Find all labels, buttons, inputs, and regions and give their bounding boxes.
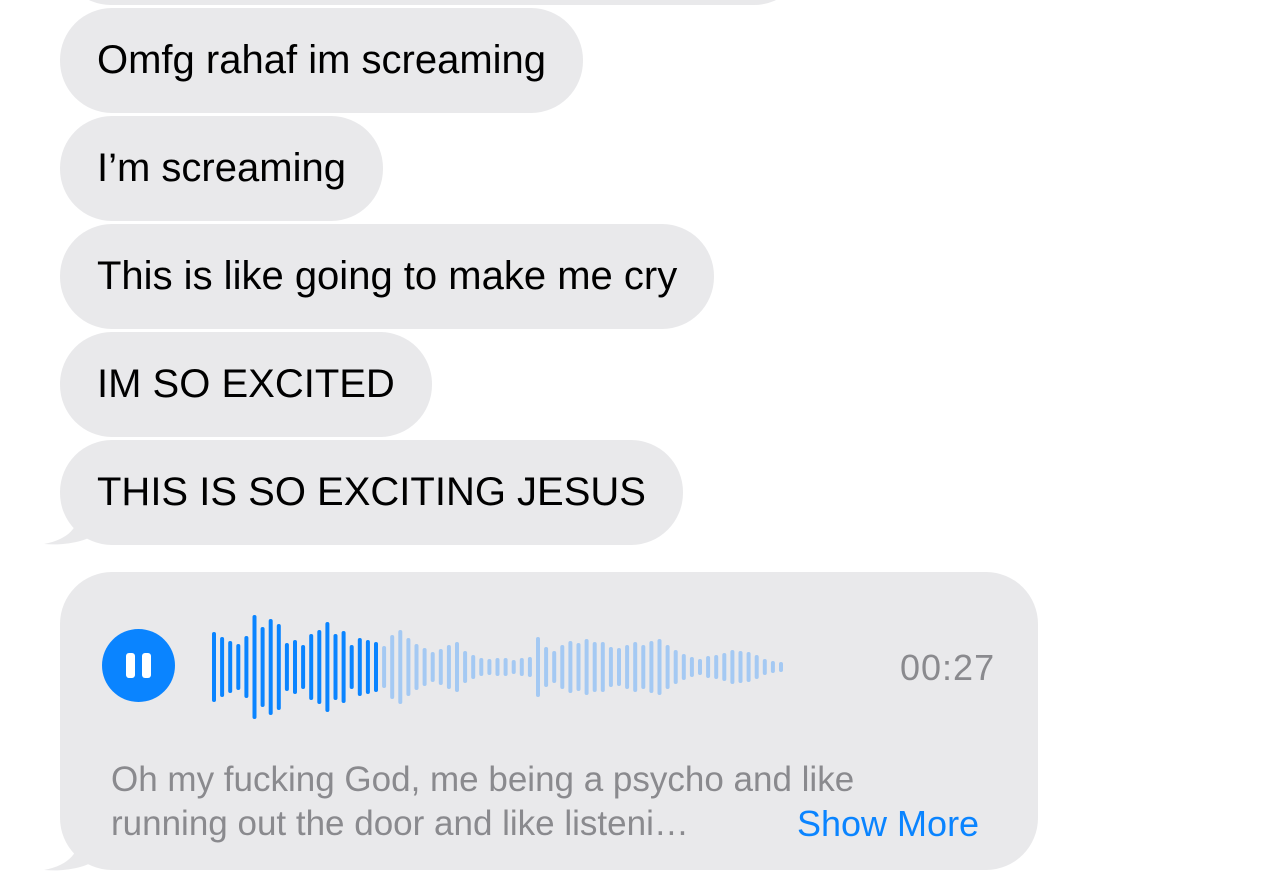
waveform-bar [600, 642, 605, 692]
waveform-bar [641, 645, 646, 689]
bubble-tail [44, 832, 102, 871]
waveform-bar [527, 657, 532, 677]
waveform-bar [357, 638, 362, 696]
waveform-bar [438, 649, 443, 685]
waveform-bar [382, 646, 387, 688]
waveform-bar [511, 660, 516, 674]
waveform-bar [414, 644, 419, 690]
waveform-bar [689, 657, 694, 677]
waveform-bar [706, 656, 711, 678]
waveform-bar [301, 645, 306, 689]
waveform-bar [341, 631, 346, 703]
waveform-bar [260, 627, 265, 707]
waveform-bar [293, 640, 297, 694]
waveform-bar [390, 635, 395, 699]
waveform-bar [698, 659, 702, 675]
pause-icon [126, 653, 135, 678]
message-bubble[interactable]: This is like going to make me cry [60, 224, 715, 329]
waveform-bar [592, 642, 597, 692]
previous-message-bubble[interactable] [60, 0, 805, 5]
waveform-bar [252, 615, 257, 719]
waveform-bar [228, 641, 233, 693]
waveform-bar [665, 645, 670, 689]
message-text: I’m screaming [97, 146, 346, 190]
message-bubble[interactable]: I’m screaming [60, 116, 383, 221]
waveform-bar [463, 651, 468, 683]
message-bubble[interactable]: IM SO EXCITED [60, 332, 432, 437]
waveform-bar [422, 648, 427, 686]
waveform-bar [503, 658, 508, 676]
bubble-tail [44, 506, 102, 545]
message-bubble[interactable]: Omfg rahaf im screaming [60, 8, 584, 113]
message-text: This is like going to make me cry [97, 254, 678, 298]
waveform-bar [649, 641, 654, 693]
show-more-link[interactable]: Show More [797, 802, 979, 846]
waveform-bar [770, 661, 775, 673]
waveform-bar [446, 645, 451, 689]
waveform-bar [406, 638, 411, 696]
waveform-bar [730, 650, 735, 684]
pause-button[interactable] [102, 629, 175, 702]
waveform-bar [495, 658, 500, 676]
waveform-bar [722, 653, 727, 681]
waveform-bar [430, 652, 435, 682]
waveform-bar [673, 650, 678, 684]
waveform-bar [560, 645, 565, 689]
waveform-bar [608, 647, 613, 687]
waveform-bar [333, 634, 338, 700]
waveform-bar [317, 630, 322, 704]
waveform-bar [398, 630, 403, 704]
waveform-bar [479, 658, 484, 676]
message-text: THIS IS SO EXCITING JESUS [97, 470, 646, 514]
waveform-bar [276, 624, 281, 710]
waveform-bar [681, 654, 686, 680]
voice-duration: 00:27 [900, 647, 996, 688]
waveform-bar [268, 619, 273, 715]
audio-waveform[interactable] [208, 602, 858, 732]
waveform-bar [544, 647, 549, 687]
waveform-bar [519, 658, 524, 676]
waveform-bar [657, 639, 662, 695]
waveform-bar [365, 640, 370, 694]
message-text: IM SO EXCITED [97, 362, 395, 406]
waveform-bar [284, 643, 289, 691]
waveform-bar [617, 648, 621, 686]
message-bubble[interactable]: THIS IS SO EXCITING JESUS [60, 440, 683, 545]
waveform-bar [236, 644, 241, 690]
pause-icon [142, 653, 151, 678]
waveform-bar [244, 636, 249, 698]
voice-message-bubble[interactable]: 00:27 Oh my fucking God, me being a psyc… [60, 572, 1038, 870]
waveform-bar [487, 659, 492, 675]
waveform-bar [212, 632, 216, 702]
waveform-bar [625, 645, 630, 689]
waveform-bar [738, 651, 743, 683]
waveform-bar [576, 643, 581, 691]
waveform-bar [455, 642, 459, 692]
waveform-bar [309, 634, 314, 700]
waveform-bar [325, 622, 330, 712]
waveform-bar [220, 637, 225, 697]
waveform-bar [349, 645, 354, 689]
waveform-bar [374, 642, 378, 692]
waveform-bar [746, 652, 751, 682]
transcript-line: Oh my fucking God, me being a psycho and… [111, 760, 855, 799]
waveform-bar [471, 655, 476, 679]
waveform-bar [536, 637, 540, 697]
waveform-bar [552, 651, 557, 683]
waveform-bar [762, 659, 767, 675]
waveform-bar [714, 655, 719, 679]
waveform-bar [754, 655, 759, 679]
waveform-bar [779, 662, 783, 672]
waveform-bar [633, 642, 638, 692]
waveform-bar [568, 641, 573, 693]
message-text: Omfg rahaf im screaming [97, 38, 547, 82]
waveform-bar [584, 639, 589, 695]
